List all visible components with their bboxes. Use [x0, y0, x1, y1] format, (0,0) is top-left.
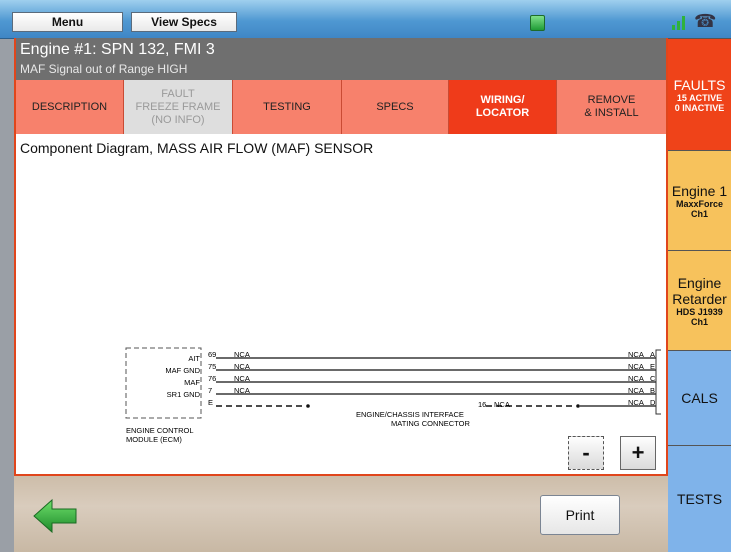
retarder-title-2: Retarder — [672, 290, 727, 307]
sensor-connector — [655, 349, 661, 415]
engine1-channel: Ch1 — [690, 208, 708, 219]
signal-strength-icon — [672, 16, 690, 30]
back-arrow-icon[interactable] — [32, 498, 78, 534]
fault-title: Engine #1: SPN 132, FMI 3 — [20, 41, 215, 58]
fault-tabs: DESCRIPTION FAULT FREEZE FRAME (NO INFO) T… — [16, 80, 666, 134]
ecm-pin-number: 69 — [208, 350, 216, 359]
side-tab-engine-1[interactable]: Engine 1 MaxxForce Ch1 — [668, 150, 731, 250]
tab-wiring-locator[interactable]: WIRING/LOCATOR — [449, 80, 557, 134]
ecm-pin-label: MAF GND — [165, 366, 200, 375]
connector-dot — [576, 404, 580, 408]
ecm-label-1: ENGINE CONTROL — [126, 426, 194, 435]
faults-title: FAULTS — [673, 76, 726, 93]
ecm-pin-number: 76 — [208, 374, 216, 383]
tab-testing[interactable]: TESTING — [233, 80, 342, 134]
ecm-pin-number: E — [208, 398, 213, 407]
side-tab-cals[interactable]: CALS — [668, 350, 731, 445]
zoom-out-button[interactable]: - — [568, 436, 604, 470]
faults-inactive-count: 0 INACTIVE — [674, 102, 725, 113]
phone-icon[interactable]: ☎ — [694, 11, 716, 32]
menu-button[interactable]: Menu — [12, 12, 123, 32]
ecm-label-2: MODULE (ECM) — [126, 435, 182, 444]
tab-specs[interactable]: SPECS — [342, 80, 449, 134]
content-title: Component Diagram, MASS AIR FLOW (MAF) S… — [20, 140, 374, 156]
ecm-pin-number: 75 — [208, 362, 216, 371]
side-tab-faults[interactable]: FAULTS 15 ACTIVE 0 INACTIVE — [668, 38, 731, 150]
interface-label-2: MATING CONNECTOR — [391, 419, 470, 428]
retarder-channel: Ch1 — [690, 316, 708, 327]
cals-title: CALS — [681, 390, 718, 406]
ecm-pin-label: SR1 GND — [167, 390, 201, 399]
side-tab-tests[interactable]: TESTS — [668, 445, 731, 552]
ecm-pin-number: 7 — [208, 386, 212, 395]
engine1-model: MaxxForce — [675, 198, 724, 209]
splice-dot — [306, 404, 310, 408]
top-bar: Menu View Specs ☎ — [0, 0, 731, 39]
engine1-title: Engine 1 — [671, 182, 728, 199]
retarder-protocol: HDS J1939 — [676, 306, 723, 317]
tab-fault-freeze-frame[interactable]: FAULT FREEZE FRAME (NO INFO) — [124, 80, 233, 134]
faults-active-count: 15 ACTIVE — [676, 92, 723, 103]
ecm-pin-label: MAF — [184, 378, 200, 387]
print-button[interactable]: Print — [540, 495, 620, 535]
connection-status-icon — [530, 15, 545, 31]
tab-description[interactable]: DESCRIPTION — [16, 80, 124, 134]
interface-wire-color: NCA — [494, 400, 510, 409]
interface-pin-number: 16 — [478, 400, 486, 409]
zoom-in-button[interactable]: + — [620, 436, 656, 470]
fault-subtitle: MAF Signal out of Range HIGH — [20, 62, 188, 76]
fault-header: Engine #1: SPN 132, FMI 3 MAF Signal out… — [16, 38, 666, 80]
tab-remove-install[interactable]: REMOVE & INSTALL — [557, 80, 666, 134]
main-panel: Engine #1: SPN 132, FMI 3 MAF Signal out… — [14, 38, 668, 476]
interface-label-1: ENGINE/CHASSIS INTERFACE — [356, 410, 464, 419]
side-tab-engine-retarder[interactable]: Engine Retarder HDS J1939 Ch1 — [668, 250, 731, 350]
bottom-bar: Print — [14, 476, 668, 552]
ecm-pin-label: AIT — [188, 354, 200, 363]
tests-title: TESTS — [676, 491, 723, 507]
view-specs-button[interactable]: View Specs — [131, 12, 237, 32]
retarder-title-1: Engine — [677, 274, 722, 291]
